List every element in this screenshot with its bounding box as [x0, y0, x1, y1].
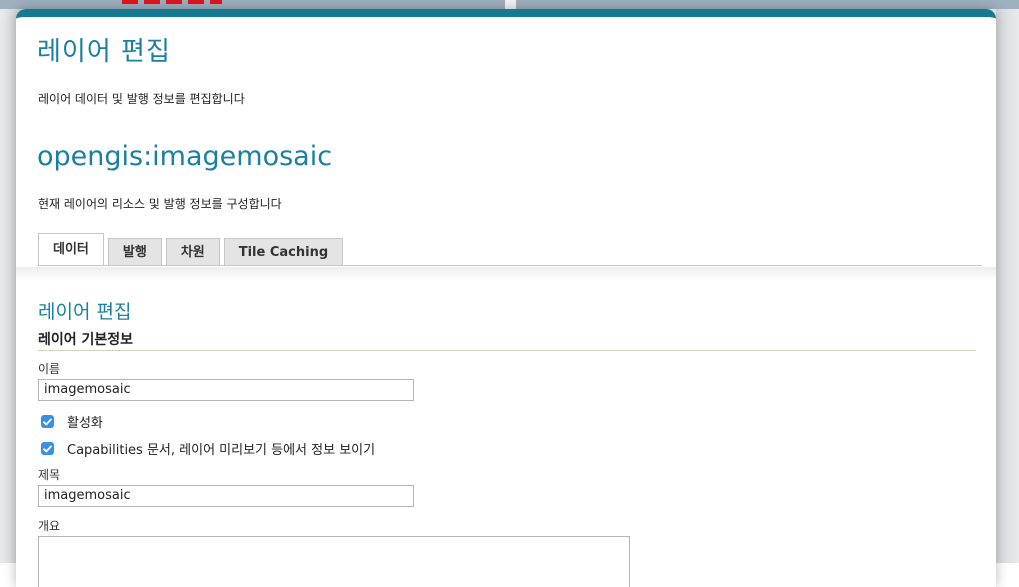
edit-layer-panel: 레이어 편집 레이어 데이터 및 발행 정보를 편집합니다 opengis:im…	[16, 9, 996, 587]
advertised-checkbox-row[interactable]: Capabilities 문서, 레이어 미리보기 등에서 정보 보이기	[41, 439, 375, 458]
tab-data[interactable]: 데이터	[38, 233, 104, 266]
enabled-checkbox[interactable]	[41, 415, 54, 428]
abstract-field-label: 개요	[38, 519, 61, 533]
abstract-textarea[interactable]	[38, 536, 630, 587]
name-input[interactable]: imagemosaic	[38, 379, 414, 401]
tab-bar-divider	[38, 265, 982, 266]
tab-dimensions[interactable]: 차원	[165, 238, 220, 266]
layer-description: 현재 레이어의 리소스 및 발행 정보를 구성합니다	[38, 197, 282, 211]
subsection-divider	[38, 350, 976, 351]
checkmark-icon	[43, 418, 52, 425]
background-right-edge	[996, 0, 1019, 563]
background-window-bar	[0, 0, 505, 9]
advertised-checkbox-label: Capabilities 문서, 레이어 미리보기 등에서 정보 보이기	[67, 443, 376, 458]
name-field-label: 이름	[38, 362, 61, 376]
highlight-dashed-marker	[122, 0, 222, 4]
background-window-bar	[516, 0, 1019, 9]
checkmark-icon	[43, 445, 52, 452]
page-description: 레이어 데이터 및 발행 정보를 편집합니다	[38, 92, 245, 106]
advertised-checkbox[interactable]	[41, 442, 54, 455]
tab-bar: 데이터 발행 차원 Tile Caching	[38, 233, 347, 266]
layer-name-heading: opengis:imagemosaic	[37, 141, 333, 172]
enabled-checkbox-label: 활성화	[67, 416, 103, 431]
enabled-checkbox-row[interactable]: 활성화	[41, 412, 103, 431]
section-title: 레이어 편집	[38, 301, 132, 323]
tab-tile-caching[interactable]: Tile Caching	[223, 238, 344, 266]
title-field-label: 제목	[38, 468, 61, 482]
tab-publishing[interactable]: 발행	[107, 238, 162, 266]
tab-content-shadow	[16, 267, 996, 281]
title-input[interactable]: imagemosaic	[38, 485, 414, 507]
page-title: 레이어 편집	[37, 37, 171, 67]
subsection-title: 레이어 기본정보	[38, 332, 134, 348]
